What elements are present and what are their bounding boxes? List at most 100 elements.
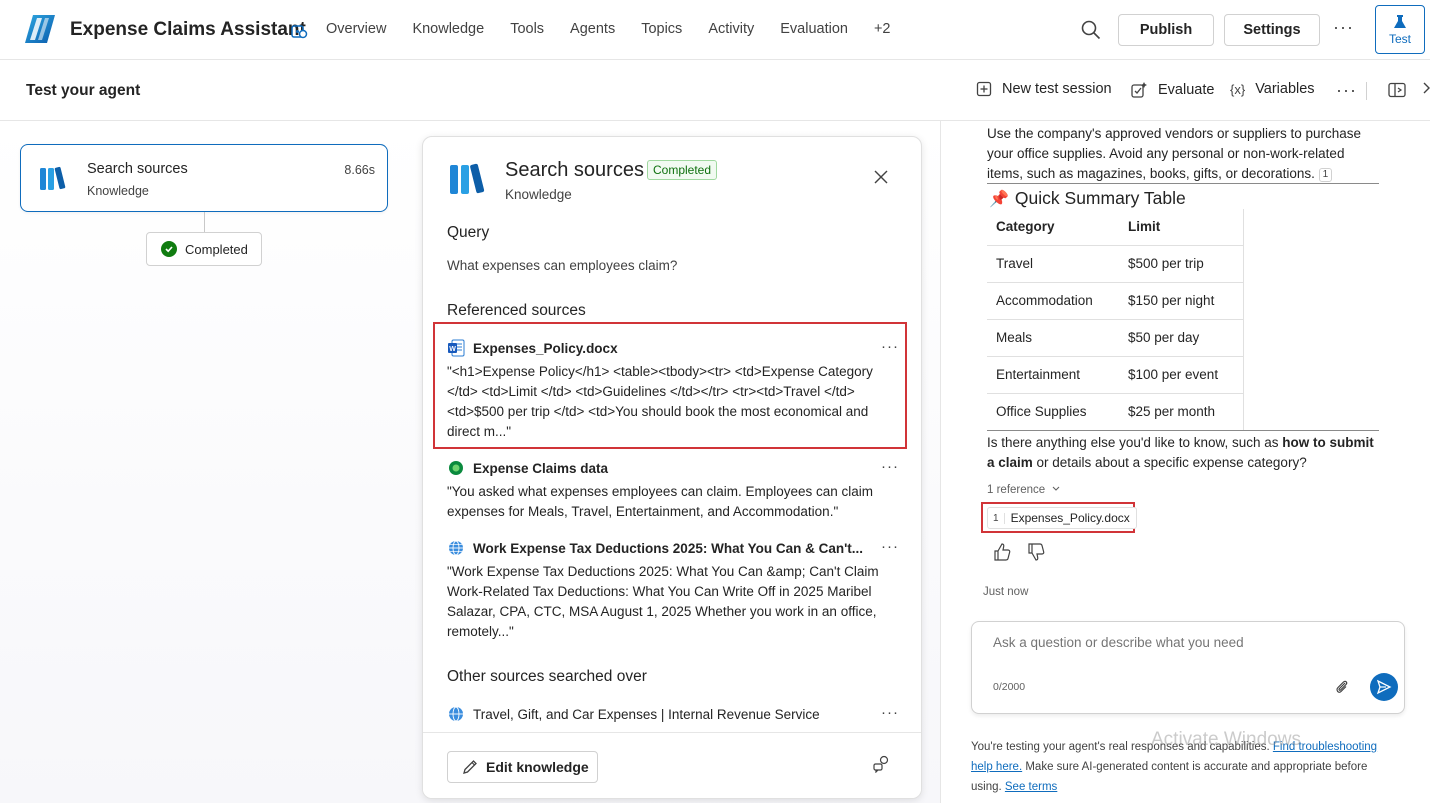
top-nav: Overview Knowledge Tools Agents Topics A…	[326, 21, 917, 37]
word-doc-icon: W	[447, 339, 465, 357]
copilot-studio-logo	[25, 15, 55, 43]
reference-more-button[interactable]: ···	[881, 458, 899, 475]
thumbs-up-icon[interactable]	[993, 542, 1011, 562]
see-terms-link[interactable]: See terms	[1005, 781, 1057, 793]
edit-knowledge-button[interactable]: Edit knowledge	[447, 751, 598, 783]
reference-item[interactable]: Work Expense Tax Deductions 2025: What Y…	[447, 538, 907, 642]
pencil-icon	[463, 760, 477, 774]
globe-icon	[447, 705, 465, 723]
chevron-right-icon[interactable]	[1421, 80, 1430, 96]
publish-button[interactable]: Publish	[1118, 14, 1214, 46]
nav-evaluation[interactable]: Evaluation	[780, 21, 848, 37]
agent-settings-icon[interactable]	[290, 22, 308, 40]
feedback-chat-icon[interactable]	[872, 755, 890, 773]
settings-button[interactable]: Settings	[1224, 14, 1320, 46]
reference-more-button[interactable]: ···	[881, 538, 899, 555]
test-button[interactable]: Test	[1375, 5, 1425, 54]
table-cell: $50 per day	[1119, 319, 1244, 357]
table-header-category: Category	[987, 209, 1119, 246]
summary-title: 📌 Quick Summary Table	[989, 188, 1186, 209]
references-toggle-label: 1 reference	[987, 484, 1046, 496]
detail-subtitle: Knowledge	[505, 187, 572, 202]
reference-snippet: "You asked what expenses employees can c…	[447, 484, 874, 519]
variables-button[interactable]: {x} Variables	[1230, 81, 1315, 97]
more-options-button[interactable]: ···	[1333, 17, 1354, 38]
table-cell: $500 per trip	[1119, 245, 1244, 283]
chat-intro-text: Use the company's approved vendors or su…	[987, 126, 1362, 181]
other-source-more-button[interactable]: ···	[881, 704, 899, 721]
chat-input[interactable]	[993, 635, 1373, 650]
test-chat-pane: Use the company's approved vendors or su…	[940, 121, 1430, 803]
nav-tools[interactable]: Tools	[510, 21, 544, 37]
completed-status-node[interactable]: Completed	[146, 232, 262, 266]
table-row: Office Supplies $25 per month	[987, 393, 1244, 431]
app-title: Expense Claims Assistant	[70, 19, 306, 40]
chat-message-intro: Use the company's approved vendors or su…	[987, 124, 1377, 184]
other-sources-heading: Other sources searched over	[447, 668, 647, 685]
test-button-label: Test	[1388, 31, 1411, 46]
references-toggle[interactable]: 1 reference	[987, 484, 1061, 496]
nav-activity[interactable]: Activity	[708, 21, 754, 37]
node-duration: 8.66s	[344, 163, 375, 177]
send-button[interactable]	[1370, 673, 1398, 701]
paperclip-icon[interactable]	[1334, 678, 1350, 696]
other-source-item[interactable]: Travel, Gift, and Car Expenses | Interna…	[447, 704, 907, 724]
edit-knowledge-label: Edit knowledge	[486, 759, 589, 775]
summary-title-text: Quick Summary Table	[1014, 188, 1186, 208]
knowledge-books-icon	[40, 166, 66, 190]
table-cell: Meals	[987, 319, 1119, 357]
dataverse-icon	[447, 459, 465, 477]
top-bar: Expense Claims Assistant Overview Knowle…	[0, 0, 1430, 60]
nav-topics[interactable]: Topics	[641, 21, 682, 37]
test-more-options-button[interactable]: ···	[1336, 80, 1357, 101]
reference-title: Work Expense Tax Deductions 2025: What Y…	[473, 540, 864, 556]
search-sources-node[interactable]: Search sources Knowledge 8.66s	[20, 144, 388, 212]
thumbs-down-icon[interactable]	[1027, 542, 1045, 562]
toolbar-divider	[1366, 82, 1367, 100]
search-sources-detail-panel: Search sources Completed Knowledge Query…	[422, 136, 922, 799]
evaluate-button[interactable]: Evaluate	[1130, 81, 1214, 99]
node-title: Search sources	[87, 161, 188, 177]
chat-input-box: 0/2000	[971, 621, 1405, 714]
reference-item[interactable]: Expense Claims data ··· "You asked what …	[447, 458, 907, 522]
table-row: Meals $50 per day	[987, 319, 1244, 357]
nav-overview[interactable]: Overview	[326, 21, 386, 37]
detail-footer: Edit knowledge	[423, 732, 921, 798]
flask-icon	[1394, 14, 1406, 28]
table-cell: Travel	[987, 245, 1119, 283]
checkmark-icon	[161, 241, 177, 257]
table-cell: $25 per month	[1119, 393, 1244, 431]
nav-knowledge[interactable]: Knowledge	[412, 21, 484, 37]
activate-windows-watermark: Activate Windows	[1151, 729, 1301, 750]
svg-text:W: W	[449, 346, 456, 353]
new-test-session-button[interactable]: New test session	[976, 81, 1112, 97]
close-icon[interactable]	[873, 169, 889, 185]
reference-snippet: "Work Expense Tax Deductions 2025: What …	[447, 564, 879, 639]
message-timestamp: Just now	[983, 586, 1029, 598]
table-row: Entertainment $100 per event	[987, 356, 1244, 394]
evaluate-label: Evaluate	[1158, 82, 1215, 98]
add-square-icon	[976, 81, 992, 97]
reference-more-button[interactable]: ···	[881, 338, 899, 355]
divider	[987, 183, 1379, 184]
followup-text-pre: Is there anything else you'd like to kno…	[987, 435, 1283, 450]
reference-chip[interactable]: 1 Expenses_Policy.docx	[987, 507, 1137, 529]
query-heading: Query	[447, 224, 490, 241]
citation-marker[interactable]: 1	[1318, 168, 1333, 182]
status-badge: Completed	[647, 160, 718, 180]
nav-agents[interactable]: Agents	[570, 21, 615, 37]
detail-title: Search sources	[505, 159, 644, 181]
search-icon[interactable]	[1080, 19, 1102, 41]
table-cell: $150 per night	[1119, 282, 1244, 320]
send-icon	[1376, 679, 1392, 695]
panel-layout-icon[interactable]	[1388, 82, 1406, 98]
table-header-limit: Limit	[1119, 209, 1244, 246]
divider	[987, 430, 1379, 431]
char-counter: 0/2000	[993, 681, 1026, 693]
reference-item[interactable]: W Expenses_Policy.docx ··· "<h1>Expense …	[447, 338, 907, 442]
completed-label: Completed	[185, 241, 248, 257]
page-title: Test your agent	[26, 82, 141, 99]
evaluate-icon	[1131, 82, 1147, 98]
nav-more-tabs[interactable]: +2	[874, 21, 891, 37]
reference-chip-name: Expenses_Policy.docx	[1010, 511, 1130, 525]
